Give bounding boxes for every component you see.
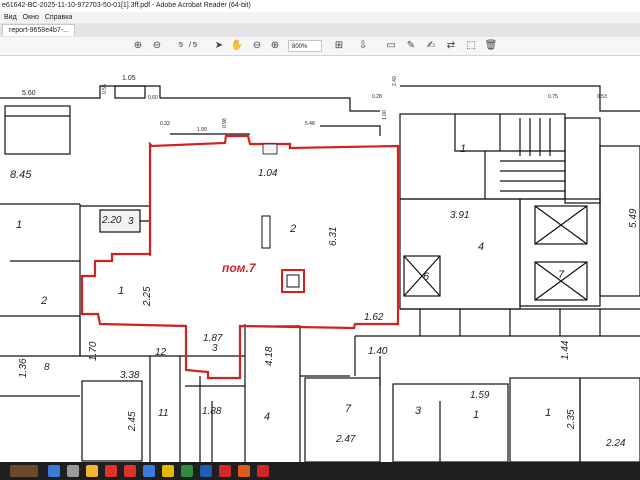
- room-number: 3: [212, 343, 218, 354]
- sign-icon[interactable]: ✍: [424, 39, 438, 53]
- zoom-in-icon[interactable]: ⊕: [268, 39, 282, 53]
- dim: 1.04: [258, 168, 278, 179]
- dim: 2.45: [127, 411, 138, 432]
- fit-page-icon[interactable]: ⊞: [332, 39, 346, 53]
- room-number: 3: [415, 405, 422, 417]
- room-number: 7: [558, 269, 565, 281]
- dim: 2.24: [605, 438, 626, 449]
- room-number: 1: [545, 407, 551, 419]
- room-number: 1: [473, 409, 479, 421]
- menu-bar: Вид Окно Справка: [0, 12, 640, 23]
- floor-plan: пом.7 5.60 1.05 0.55 0.60 0.33 1.99 0.98…: [0, 75, 640, 462]
- dim: 1.40: [368, 346, 388, 357]
- dim: 0.75: [548, 94, 558, 100]
- room-number: 11: [158, 408, 168, 419]
- yandex-icon[interactable]: [105, 465, 117, 477]
- dim: 0.53: [597, 94, 607, 100]
- maps-icon[interactable]: [181, 465, 193, 477]
- dim: 1.36: [18, 358, 29, 378]
- select-cursor-icon[interactable]: ➤: [212, 39, 226, 53]
- room-number: 8: [44, 362, 50, 373]
- dim: 2.25: [142, 286, 153, 307]
- taskbar: [0, 462, 640, 480]
- app-icon[interactable]: [162, 465, 174, 477]
- word-icon[interactable]: [200, 465, 212, 477]
- wall-top-left: [0, 85, 380, 112]
- dim: 3.91: [450, 210, 469, 221]
- dim: 0.98: [222, 118, 228, 128]
- menu-view[interactable]: Вид: [4, 14, 17, 21]
- room-number: 1: [460, 143, 466, 155]
- room-7-label: пом.7: [222, 261, 257, 275]
- files-icon[interactable]: [86, 465, 98, 477]
- zoom-out-icon[interactable]: ⊖: [250, 39, 264, 53]
- toolbar: ⊕ ⊖ 5 / 5 ➤ ✋ ⊖ ⊕ 800% ⊞ ⇩ ▭ ✎ ✍ ⇄ ⬚ 🗑: [0, 37, 640, 56]
- dim: 2.40: [392, 76, 398, 86]
- dim: 3.38: [120, 370, 140, 381]
- dim: 1.44: [560, 340, 571, 360]
- dim: 1.62: [364, 312, 384, 323]
- dim: 0.33: [160, 121, 170, 127]
- window-title: e61642-BC-2025-11-10-972703-50-01[1].3ff…: [0, 0, 640, 12]
- next-page-icon[interactable]: ⊖: [150, 39, 164, 53]
- dim: 1.70: [88, 341, 99, 361]
- comment-icon[interactable]: ▭: [384, 39, 398, 53]
- dim: 6.31: [328, 227, 339, 246]
- chrome-icon[interactable]: [124, 465, 136, 477]
- mail-icon[interactable]: [143, 465, 155, 477]
- delete-icon[interactable]: 🗑: [484, 39, 498, 53]
- room-number: 2: [289, 223, 296, 235]
- dim: 1.59: [470, 390, 490, 401]
- document-tab[interactable]: report-9658e4b7-...: [2, 24, 75, 36]
- dim: 8.45: [10, 169, 32, 181]
- room-number: 1: [16, 219, 22, 231]
- room-number: 4: [264, 411, 270, 423]
- opera-icon[interactable]: [219, 465, 231, 477]
- room-number: 6: [423, 271, 430, 283]
- dim: 1.99: [197, 127, 207, 133]
- dim: 2.20: [101, 215, 122, 226]
- dim: 4.18: [264, 346, 275, 366]
- dim: 1.88: [202, 406, 222, 417]
- scroll-mode-icon[interactable]: ⇩: [356, 39, 370, 53]
- document-view[interactable]: пом.7 5.60 1.05 0.55 0.60 0.33 1.99 0.98…: [0, 56, 640, 462]
- dim: 5.48: [305, 121, 315, 127]
- office-icon[interactable]: [238, 465, 250, 477]
- room-number: 12: [155, 347, 167, 358]
- dim: 0.28: [372, 94, 382, 100]
- dim: 0.60: [148, 95, 158, 101]
- room-number: 4: [478, 241, 484, 253]
- room-number: 3: [128, 216, 134, 227]
- room-7-outline: [80, 134, 400, 380]
- dim: 1.00: [382, 110, 388, 120]
- prev-page-icon[interactable]: ⊕: [131, 39, 145, 53]
- page-total: / 5: [189, 42, 197, 49]
- dim: 1.05: [122, 75, 136, 82]
- task-view-icon[interactable]: [67, 465, 79, 477]
- menu-window[interactable]: Окно: [23, 14, 39, 21]
- menu-help[interactable]: Справка: [45, 14, 72, 21]
- stamp-icon[interactable]: ⬚: [464, 39, 478, 53]
- highlight-icon[interactable]: ✎: [404, 39, 418, 53]
- dim: 5.49: [628, 208, 639, 228]
- room-number: 2: [40, 295, 47, 307]
- zoom-select[interactable]: 800%: [288, 40, 322, 52]
- dim: 0.55: [102, 84, 108, 94]
- dim: 5.60: [22, 90, 36, 97]
- weather-icon[interactable]: [10, 465, 38, 477]
- dim: 2.47: [335, 434, 356, 445]
- tab-bar: report-9658e4b7-...: [0, 23, 640, 38]
- hand-tool-icon[interactable]: ✋: [230, 39, 244, 53]
- room-number: 7: [345, 403, 352, 415]
- acrobat-icon[interactable]: [257, 465, 269, 477]
- room-number: 1: [118, 285, 124, 297]
- share-icon[interactable]: ⇄: [444, 39, 458, 53]
- dim: 2.35: [566, 409, 577, 430]
- search-icon[interactable]: [48, 465, 60, 477]
